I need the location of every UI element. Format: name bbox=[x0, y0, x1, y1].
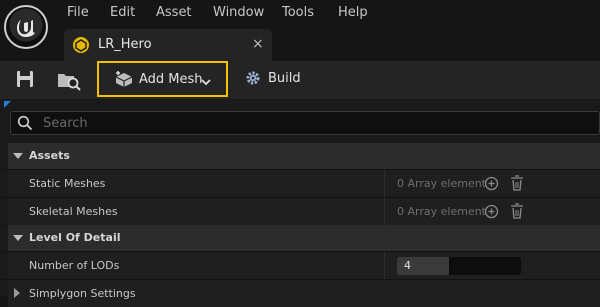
column-divider bbox=[384, 170, 385, 197]
simplygon-settings-label: Simplygon Settings bbox=[29, 287, 136, 300]
skeletal-meshes-label: Skeletal Meshes bbox=[29, 205, 118, 218]
section-lod-label: Level Of Detail bbox=[29, 231, 121, 244]
unreal-logo-icon[interactable] bbox=[4, 5, 48, 49]
tab-lr-hero[interactable]: LR_Hero × bbox=[64, 29, 272, 61]
search-box[interactable] bbox=[10, 111, 600, 135]
plus-circle-icon[interactable] bbox=[484, 204, 499, 223]
menu-asset[interactable]: Asset bbox=[156, 5, 192, 21]
row-static-meshes: Static Meshes 0 Array element bbox=[8, 170, 600, 197]
menu-window[interactable]: Window bbox=[213, 5, 264, 21]
number-of-lods-value: 4 bbox=[404, 259, 411, 272]
browse-icon[interactable] bbox=[56, 68, 82, 92]
menu-file[interactable]: File bbox=[67, 5, 89, 21]
row-skeletal-meshes: Skeletal Meshes 0 Array element bbox=[8, 198, 600, 225]
menu-help[interactable]: Help bbox=[338, 5, 368, 21]
plus-circle-icon[interactable] bbox=[484, 176, 499, 195]
collapsed-triangle-icon[interactable] bbox=[14, 288, 20, 298]
search-input[interactable] bbox=[43, 115, 583, 131]
section-assets[interactable]: Assets bbox=[8, 143, 600, 169]
section-assets-label: Assets bbox=[29, 149, 70, 162]
number-of-lods-slider[interactable]: 4 bbox=[397, 257, 521, 275]
skeletal-meshes-value: 0 Array element bbox=[397, 205, 486, 218]
build-label: Build bbox=[268, 71, 301, 86]
add-mesh-label: Add Mesh bbox=[139, 72, 203, 87]
expand-triangle-icon bbox=[13, 153, 23, 159]
menu-edit[interactable]: Edit bbox=[110, 5, 135, 21]
details-panel: Assets Static Meshes 0 Array element Ske… bbox=[0, 99, 600, 307]
save-icon[interactable] bbox=[14, 68, 40, 92]
column-divider bbox=[384, 252, 385, 279]
tab-label: LR_Hero bbox=[98, 37, 152, 52]
panel-corner-marker bbox=[4, 101, 11, 108]
add-mesh-button[interactable]: Add Mesh bbox=[97, 61, 228, 97]
trash-icon[interactable] bbox=[510, 203, 524, 223]
toolbar: Add Mesh Build bbox=[0, 61, 600, 99]
section-level-of-detail[interactable]: Level Of Detail bbox=[8, 225, 600, 251]
asset-type-icon bbox=[73, 37, 89, 53]
chevron-down-icon bbox=[200, 73, 212, 92]
trash-icon[interactable] bbox=[510, 175, 524, 195]
row-number-of-lods: Number of LODs 4 bbox=[8, 252, 600, 279]
static-meshes-label: Static Meshes bbox=[29, 177, 106, 190]
row-simplygon-settings[interactable]: Simplygon Settings bbox=[8, 280, 600, 307]
build-gear-icon bbox=[244, 69, 262, 91]
number-of-lods-label: Number of LODs bbox=[29, 259, 120, 272]
expand-triangle-icon bbox=[13, 235, 23, 241]
add-mesh-icon bbox=[113, 70, 135, 92]
column-divider bbox=[384, 198, 385, 225]
menu-tools[interactable]: Tools bbox=[282, 5, 314, 21]
search-icon bbox=[17, 115, 33, 135]
static-meshes-value: 0 Array element bbox=[397, 177, 486, 190]
close-icon[interactable]: × bbox=[252, 35, 264, 53]
build-button[interactable]: Build bbox=[244, 68, 304, 92]
title-bar: File Edit Asset Window Tools Help LR_Her… bbox=[0, 0, 600, 64]
